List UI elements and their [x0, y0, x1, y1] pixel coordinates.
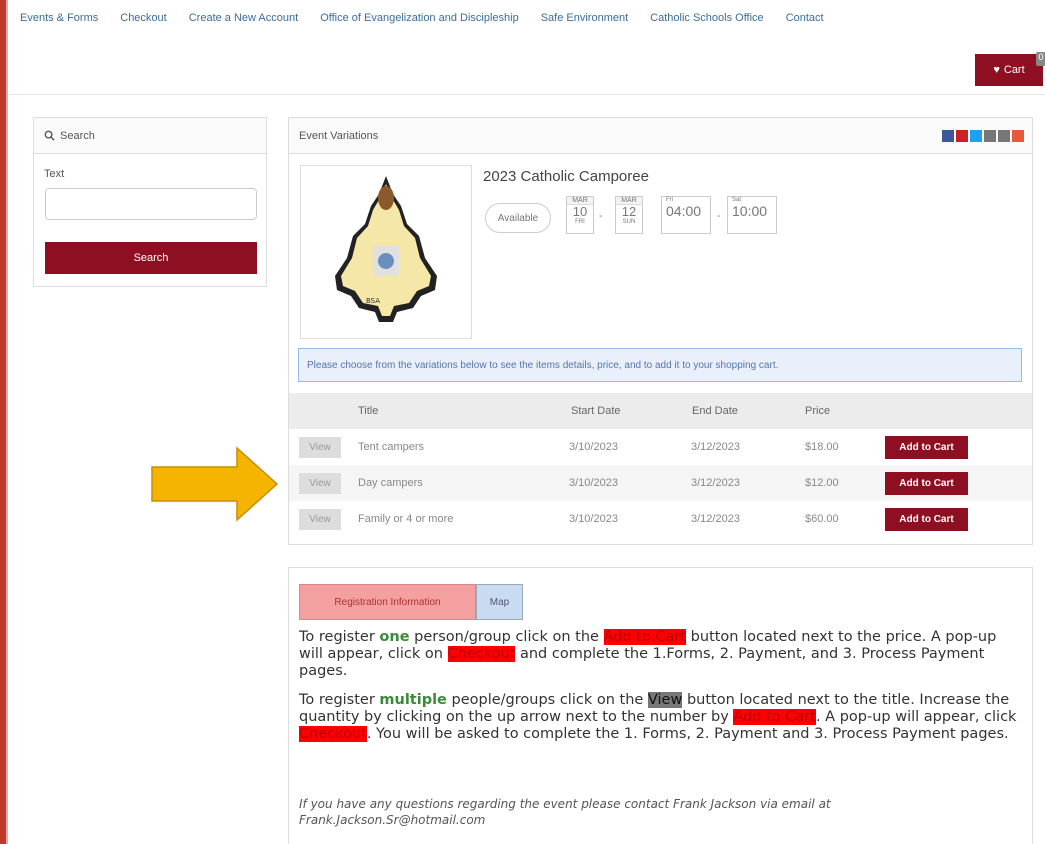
- header-divider: [10, 94, 1045, 95]
- yellow-arrow-annotation: [151, 446, 279, 522]
- availability-status: Available: [485, 203, 551, 233]
- event-panel-header: Event Variations: [289, 118, 1032, 154]
- table-header: Title Start Date End Date Price: [289, 393, 1032, 429]
- arrowhead-patch-image: BSA: [335, 176, 437, 322]
- search-icon: [44, 130, 55, 141]
- search-heading: Search: [60, 129, 95, 142]
- more-share-icon[interactable]: [1012, 130, 1024, 142]
- facebook-share-icon[interactable]: [942, 130, 954, 142]
- variations-notice: Please choose from the variations below …: [298, 348, 1022, 382]
- event-title: 2023 Catholic Camporee: [483, 168, 649, 185]
- variation-end-date: 3/12/2023: [691, 441, 740, 453]
- column-title: Title: [358, 405, 379, 417]
- info-tabs: Registration Information Map: [299, 584, 523, 620]
- variation-title: Family or 4 or more: [358, 513, 454, 525]
- end-time-box: Sat 10:00: [727, 196, 777, 234]
- variation-price: $60.00: [805, 513, 839, 525]
- view-button[interactable]: View: [299, 509, 341, 530]
- nav-link-events-forms[interactable]: Events & Forms: [20, 12, 98, 24]
- nav-link-safe-environment[interactable]: Safe Environment: [541, 12, 628, 24]
- time-separator: -: [717, 210, 721, 222]
- nav-link-checkout[interactable]: Checkout: [120, 12, 166, 24]
- variations-table: Title Start Date End Date Price View Ten…: [289, 393, 1032, 537]
- tab-map[interactable]: Map: [476, 584, 523, 620]
- left-accent-stripe: [0, 0, 8, 844]
- cart-button[interactable]: ♥ Cart 0: [975, 52, 1045, 86]
- twitter-share-icon[interactable]: [970, 130, 982, 142]
- search-button[interactable]: Search: [45, 242, 257, 274]
- cart-count-badge: 0: [1036, 52, 1045, 66]
- registration-paragraph-one: To register one person/group click on th…: [299, 629, 997, 679]
- start-date-box: MAR 10 FRI: [566, 196, 594, 234]
- search-panel-header: Search: [34, 118, 266, 154]
- variation-title: Tent campers: [358, 441, 425, 453]
- top-navigation: Events & Forms Checkout Create a New Acc…: [20, 12, 846, 24]
- variation-start-date: 3/10/2023: [569, 441, 618, 453]
- variation-start-date: 3/10/2023: [569, 477, 618, 489]
- table-row: View Family or 4 or more 3/10/2023 3/12/…: [289, 501, 1032, 537]
- variation-end-date: 3/12/2023: [691, 477, 740, 489]
- nav-link-create-account[interactable]: Create a New Account: [189, 12, 298, 24]
- search-text-label: Text: [44, 168, 65, 180]
- registration-paragraph-multiple: To register multiple people/groups click…: [299, 692, 1017, 742]
- nav-link-evangelization[interactable]: Office of Evangelization and Discipleshi…: [320, 12, 519, 24]
- search-panel: Search Text Search: [33, 117, 267, 287]
- variation-end-date: 3/12/2023: [691, 513, 740, 525]
- table-row: View Day campers 3/10/2023 3/12/2023 $12…: [289, 465, 1032, 501]
- view-button[interactable]: View: [299, 437, 341, 458]
- share-icons: [942, 130, 1024, 142]
- date-separator: -: [599, 210, 603, 222]
- add-to-cart-button[interactable]: Add to Cart: [885, 436, 968, 459]
- view-button[interactable]: View: [299, 473, 341, 494]
- start-time-box: Fri 04:00: [661, 196, 711, 234]
- event-panel-heading: Event Variations: [299, 129, 379, 142]
- variation-price: $18.00: [805, 441, 839, 453]
- heart-icon: ♥: [993, 64, 1000, 76]
- variation-title: Day campers: [358, 477, 423, 489]
- registration-info-panel: Registration Information Map To register…: [288, 567, 1033, 844]
- nav-link-contact[interactable]: Contact: [786, 12, 824, 24]
- end-date-box: MAR 12 SUN: [615, 196, 643, 234]
- table-row: View Tent campers 3/10/2023 3/12/2023 $1…: [289, 429, 1032, 465]
- cart-label: Cart: [1003, 64, 1025, 76]
- event-variations-panel: Event Variations BSA 2023 Catholic Campo…: [288, 117, 1033, 545]
- print-share-icon[interactable]: [998, 130, 1010, 142]
- contact-note: If you have any questions regarding the …: [299, 797, 831, 827]
- column-end-date: End Date: [692, 405, 738, 417]
- column-start-date: Start Date: [571, 405, 621, 417]
- search-input[interactable]: [45, 188, 257, 220]
- tab-registration-information[interactable]: Registration Information: [299, 584, 476, 620]
- email-share-icon[interactable]: [984, 130, 996, 142]
- svg-text:BSA: BSA: [366, 297, 380, 305]
- add-to-cart-button[interactable]: Add to Cart: [885, 472, 968, 495]
- nav-link-catholic-schools[interactable]: Catholic Schools Office: [650, 12, 764, 24]
- event-image: BSA: [300, 165, 472, 339]
- pinterest-share-icon[interactable]: [956, 130, 968, 142]
- variation-price: $12.00: [805, 477, 839, 489]
- column-price: Price: [805, 405, 831, 417]
- add-to-cart-button[interactable]: Add to Cart: [885, 508, 968, 531]
- variation-start-date: 3/10/2023: [569, 513, 618, 525]
